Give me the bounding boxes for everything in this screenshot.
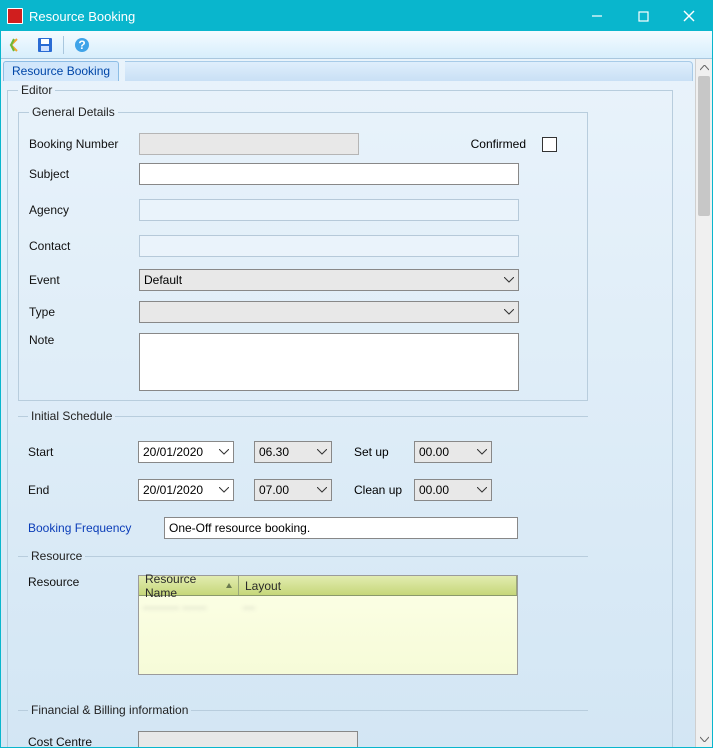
financial-billing-fieldset: Financial & Billing information Cost Cen… (18, 703, 588, 747)
col-resource-name[interactable]: Resource Name (139, 576, 239, 595)
cost-centre-select[interactable] (138, 731, 358, 747)
chevron-down-icon (219, 487, 229, 493)
resource-fieldset: Resource Resource Resource Name Layout (18, 549, 588, 699)
chevron-down-icon (477, 487, 487, 493)
chevron-down-icon (317, 487, 327, 493)
chevron-down-icon (477, 449, 487, 455)
financial-billing-legend: Financial & Billing information (28, 703, 191, 717)
contact-field[interactable] (139, 235, 519, 257)
help-button[interactable]: ? (70, 34, 94, 56)
end-date-value: 20/01/2020 (143, 483, 215, 497)
cleanup-time-value: 00.00 (419, 483, 473, 497)
toolbar: ? (1, 31, 712, 59)
end-time-value: 07.00 (259, 483, 313, 497)
start-label: Start (28, 445, 138, 459)
titlebar: Resource Booking (1, 1, 712, 31)
confirmed-label: Confirmed (471, 137, 526, 151)
maximize-button[interactable] (620, 1, 666, 31)
end-time-select[interactable]: 07.00 (254, 479, 332, 501)
end-label: End (28, 483, 138, 497)
minimize-button[interactable] (574, 1, 620, 31)
tabstrip-background (125, 61, 693, 81)
resource-grid[interactable]: Resource Name Layout ——— —— — (138, 575, 518, 675)
chevron-down-icon (317, 449, 327, 455)
window-title: Resource Booking (29, 9, 135, 24)
resource-label: Resource (28, 575, 138, 589)
setup-label: Set up (354, 445, 414, 459)
resource-grid-header: Resource Name Layout (139, 576, 517, 596)
start-date-select[interactable]: 20/01/2020 (138, 441, 234, 463)
svg-text:?: ? (78, 38, 85, 52)
initial-schedule-legend: Initial Schedule (28, 409, 115, 423)
booking-frequency-link[interactable]: Booking Frequency (28, 521, 164, 535)
agency-label: Agency (29, 203, 139, 217)
scrollbar-thumb[interactable] (698, 76, 710, 216)
event-value: Default (144, 273, 500, 287)
cleanup-label: Clean up (354, 483, 414, 497)
help-icon: ? (74, 37, 90, 53)
general-details-legend: General Details (29, 105, 118, 119)
tab-resource-booking[interactable]: Resource Booking (3, 61, 119, 81)
col-layout[interactable]: Layout (239, 576, 517, 595)
chevron-down-icon (700, 736, 709, 742)
subject-field[interactable] (139, 163, 519, 185)
chevron-up-icon (700, 65, 709, 71)
scroll-up-button[interactable] (696, 59, 712, 76)
save-button[interactable] (33, 34, 57, 56)
start-date-value: 20/01/2020 (143, 445, 215, 459)
subject-label: Subject (29, 167, 139, 181)
chevron-down-icon (504, 309, 514, 315)
contact-label: Contact (29, 239, 139, 253)
chevron-down-icon (219, 449, 229, 455)
sort-asc-icon (225, 582, 232, 590)
editor-fieldset: Editor General Details Booking Number Co… (7, 83, 673, 747)
toolbar-separator (63, 36, 64, 54)
confirmed-checkbox[interactable] (542, 137, 557, 152)
back-arrow-icon (9, 37, 25, 53)
start-time-select[interactable]: 06.30 (254, 441, 332, 463)
initial-schedule-fieldset: Initial Schedule Start 20/01/2020 06.30 … (18, 409, 588, 545)
editor-legend: Editor (18, 83, 55, 97)
resource-grid-body: ——— —— — (139, 596, 517, 618)
content-area: Resource Booking Editor General Details … (1, 59, 695, 747)
cleanup-time-select[interactable]: 00.00 (414, 479, 492, 501)
agency-field[interactable] (139, 199, 519, 221)
close-button[interactable] (666, 1, 712, 31)
resource-legend: Resource (28, 549, 85, 563)
note-field[interactable] (139, 333, 519, 391)
scroll-down-button[interactable] (696, 730, 712, 747)
start-time-value: 06.30 (259, 445, 313, 459)
general-details-fieldset: General Details Booking Number Confirmed… (18, 105, 588, 401)
note-label: Note (29, 333, 139, 347)
save-icon (37, 37, 53, 53)
booking-frequency-field[interactable] (164, 517, 518, 539)
booking-number-field[interactable] (139, 133, 359, 155)
setup-time-value: 00.00 (419, 445, 473, 459)
scrollbar-track[interactable] (696, 76, 712, 730)
vertical-scrollbar[interactable] (695, 59, 712, 747)
booking-number-label: Booking Number (29, 137, 139, 151)
table-row[interactable]: ——— —— — (143, 598, 513, 616)
chevron-down-icon (504, 277, 514, 283)
type-label: Type (29, 305, 139, 319)
app-icon (7, 8, 23, 24)
type-select[interactable] (139, 301, 519, 323)
setup-time-select[interactable]: 00.00 (414, 441, 492, 463)
end-date-select[interactable]: 20/01/2020 (138, 479, 234, 501)
event-label: Event (29, 273, 139, 287)
cost-centre-label: Cost Centre (28, 735, 138, 747)
back-button[interactable] (5, 34, 29, 56)
event-select[interactable]: Default (139, 269, 519, 291)
